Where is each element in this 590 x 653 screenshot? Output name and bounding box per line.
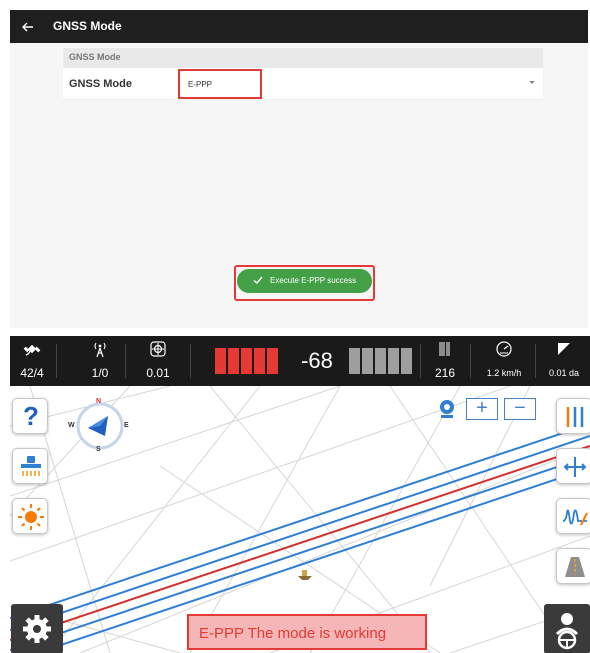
move-icon — [563, 457, 587, 477]
back-arrow-icon — [22, 22, 33, 32]
divider — [420, 344, 421, 378]
back-button[interactable] — [18, 17, 38, 37]
line-count: 216 — [434, 366, 456, 380]
mode-status-banner: E-PPP The mode is working — [187, 614, 427, 650]
success-toast: Execute E-PPP success — [237, 269, 372, 293]
zoom-controls: + − — [466, 398, 538, 422]
area-value: 0.01 da — [548, 368, 580, 378]
speedometer-icon — [496, 341, 512, 357]
satellite-icon — [23, 344, 41, 356]
wave-button[interactable] — [556, 498, 590, 534]
road-icon — [565, 557, 585, 577]
page-title: GNSS Mode — [53, 19, 122, 33]
lightbar-segment — [375, 348, 386, 374]
driver-icon — [555, 613, 579, 650]
mode-status-text: E-PPP The mode is working — [199, 625, 387, 642]
header-bar: GNSS Mode — [10, 10, 588, 43]
gnss-mode-row[interactable]: GNSS Mode E-PPP — [63, 68, 543, 100]
lightbar-segment — [362, 348, 373, 374]
gear-icon — [23, 615, 51, 643]
lightbar-segment — [241, 348, 252, 374]
area-icon — [558, 343, 570, 355]
gnss-mode-screen: GNSS Mode GNSS Mode GNSS Mode E-PPP Exec… — [10, 10, 588, 328]
divider — [190, 344, 191, 378]
base-status[interactable]: 1/0 — [80, 336, 120, 386]
accuracy-value: 0.01 — [146, 366, 170, 380]
compass-west: W — [68, 422, 75, 429]
lightbar-segment — [388, 348, 399, 374]
section-title: GNSS Mode — [69, 52, 121, 62]
divider — [535, 344, 536, 378]
zoom-out-button[interactable]: − — [504, 398, 536, 420]
gnss-mode-highlight: E-PPP — [178, 69, 262, 99]
speed-status[interactable]: 1.2 km/h — [476, 336, 532, 386]
camera-icon[interactable] — [436, 398, 458, 420]
lightbar-segment — [267, 348, 278, 374]
dropdown-caret-icon[interactable] — [529, 81, 535, 84]
compass-north: N — [96, 398, 102, 405]
settings-button[interactable] — [11, 604, 63, 653]
help-icon: ? — [23, 401, 39, 431]
lightbar-segment — [228, 348, 239, 374]
barcode-icon — [439, 342, 450, 356]
accuracy-status[interactable]: 0.01 — [136, 336, 180, 386]
line-count-status[interactable]: 216 — [425, 336, 465, 386]
equipment-button[interactable] — [12, 448, 48, 484]
app-root: GNSS Mode GNSS Mode GNSS Mode E-PPP Exec… — [0, 0, 590, 653]
shift-line-button[interactable] — [556, 448, 590, 484]
map-screen: 42/4 1/0 0.01 -68 216 1.2 km/h 0.01 da N… — [10, 336, 590, 653]
adjust-button[interactable] — [556, 398, 590, 434]
auto-steer-button[interactable] — [544, 604, 590, 653]
satellite-count: 42/4 — [20, 366, 44, 380]
help-button[interactable]: ? — [12, 398, 48, 434]
brightness-button[interactable] — [12, 498, 48, 534]
road-view-button[interactable] — [556, 548, 590, 584]
equipment-icon — [21, 456, 41, 476]
wave-icon — [562, 509, 588, 526]
cross-track-offset: -68 — [301, 348, 333, 373]
gnss-mode-label: GNSS Mode — [69, 78, 132, 90]
satellite-status[interactable]: 42/4 — [10, 336, 54, 386]
gnss-mode-select-value[interactable]: E-PPP — [188, 80, 212, 89]
lightbar-segment — [215, 348, 226, 374]
lightbar-segment — [254, 348, 265, 374]
lightbar-guidance: -68 — [215, 348, 415, 374]
divider — [56, 344, 57, 378]
check-icon — [253, 276, 263, 284]
area-status[interactable]: 0.01 da — [538, 336, 590, 386]
compass-south: S — [96, 446, 101, 453]
speed-value: 1.2 km/h — [486, 368, 522, 378]
sliders-icon — [566, 407, 584, 427]
divider — [125, 344, 126, 378]
vehicle-marker — [298, 570, 312, 580]
compass[interactable]: N S W E — [68, 398, 129, 454]
map-canvas[interactable]: N S W E ? + − E-PPP The mode is working — [10, 386, 590, 653]
divider — [470, 344, 471, 378]
antenna-icon — [94, 342, 106, 358]
compass-east: E — [124, 422, 129, 429]
lightbar-segment — [401, 348, 412, 374]
section-header: GNSS Mode — [63, 48, 543, 68]
settings-body: GNSS Mode GNSS Mode E-PPP Execute E-PPP … — [10, 43, 588, 328]
sun-icon — [18, 504, 44, 530]
base-count: 1/0 — [91, 366, 109, 380]
target-icon — [150, 341, 166, 357]
status-bar: 42/4 1/0 0.01 -68 216 1.2 km/h 0.01 da — [10, 336, 590, 386]
lightbar-segment — [349, 348, 360, 374]
zoom-in-button[interactable]: + — [466, 398, 498, 420]
toast-message: Execute E-PPP success — [270, 276, 357, 285]
